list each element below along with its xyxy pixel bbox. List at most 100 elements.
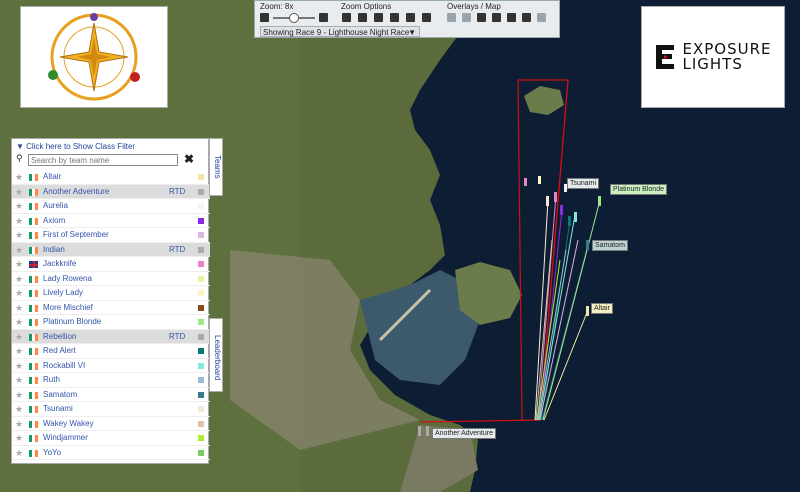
favorite-star-icon[interactable]: ★ (15, 243, 23, 258)
team-row[interactable]: ★ YoYo (12, 446, 210, 461)
ireland-flag-icon (29, 435, 38, 442)
team-row[interactable]: ★ Ruth (12, 373, 210, 388)
ireland-flag-icon (29, 188, 38, 196)
favorite-star-icon[interactable]: ★ (15, 214, 23, 229)
favorite-star-icon[interactable]: ★ (15, 257, 23, 272)
favorite-star-icon[interactable]: ★ (15, 417, 23, 432)
team-color-swatch (198, 304, 204, 311)
team-name: Tsunami (43, 404, 73, 413)
expand-icon[interactable] (406, 13, 415, 22)
boat-label-samatom[interactable]: Samatom (592, 240, 628, 251)
team-color-swatch (198, 362, 204, 369)
boat-label-tsunami[interactable]: Tsunami (567, 178, 600, 189)
ireland-flag-icon (29, 275, 38, 283)
team-name: Samatom (43, 389, 78, 399)
boat-label-another-adventure[interactable]: Another Adventure (432, 428, 496, 439)
team-name: Ruth (43, 375, 60, 384)
team-name: Aurelia (43, 201, 68, 210)
team-name: Jackknife (43, 259, 77, 268)
team-row[interactable]: ★ Axiom (12, 214, 210, 229)
grid-icon[interactable] (447, 13, 456, 22)
favorite-star-icon[interactable]: ★ (15, 286, 23, 301)
team-row[interactable]: ★ More Mischief (12, 301, 210, 316)
team-color-swatch (198, 406, 204, 412)
team-name: Lively Lady (43, 288, 84, 297)
wind-icon[interactable] (477, 13, 486, 22)
favorite-star-icon[interactable]: ★ (15, 199, 23, 214)
zoom-out-button[interactable] (260, 13, 269, 22)
favorite-star-icon[interactable]: ★ (15, 402, 23, 417)
class-filter-toggle[interactable]: ▼ Click here to Show Class Filter (16, 142, 135, 151)
exposure-lights-logo: EXPOSURE LIGHTS (641, 6, 785, 108)
triangle-down-icon: ▼ (16, 142, 24, 151)
tab-teams[interactable]: Teams (209, 138, 223, 196)
favorite-star-icon[interactable]: ★ (15, 373, 23, 388)
uk-flag-icon (29, 261, 38, 268)
track-icon[interactable] (507, 13, 516, 22)
ruler-icon[interactable] (422, 13, 431, 22)
team-row[interactable]: ★ Jackknife (12, 257, 210, 272)
ireland-flag-icon (29, 246, 38, 254)
team-name: First of September (43, 230, 109, 239)
team-row[interactable]: ★ Another Adventure RTD (12, 184, 210, 200)
favorite-star-icon[interactable]: ★ (15, 185, 23, 200)
team-name: Another Adventure (43, 186, 110, 196)
ireland-flag-icon (29, 174, 38, 181)
team-row[interactable]: ★ First of September (12, 228, 210, 243)
boat-label-platinum-blonde[interactable]: Platinum Blonde (610, 184, 667, 195)
favorite-star-icon[interactable]: ★ (15, 330, 23, 345)
class-filter-label: Click here to Show Class Filter (26, 142, 136, 151)
team-row[interactable]: ★ Wakey Wakey (12, 417, 210, 432)
boat-label-altair[interactable]: Altair (591, 303, 613, 314)
tab-leaderboard-label: Leaderboard (213, 335, 222, 381)
team-row[interactable]: ★ Lively Lady (12, 286, 210, 301)
team-row[interactable]: ★ Platinum Blonde (12, 315, 210, 330)
zoom-add-icon[interactable] (358, 13, 367, 22)
moon-icon[interactable] (462, 13, 471, 22)
map-style-icon[interactable] (537, 13, 546, 22)
ireland-flag-icon (29, 449, 38, 457)
team-row[interactable]: ★ Lady Rowena (12, 272, 210, 287)
favorite-star-icon[interactable]: ★ (15, 228, 23, 243)
team-row[interactable]: ★ Indian RTD (12, 242, 210, 258)
team-color-swatch (198, 435, 204, 441)
favorite-star-icon[interactable]: ★ (15, 388, 23, 403)
race-select[interactable]: Showing Race 9 - Lighthouse Night Race ▼ (260, 26, 420, 37)
favorite-star-icon[interactable]: ★ (15, 446, 23, 461)
zoom-fit-icon[interactable] (374, 13, 383, 22)
team-row[interactable]: ★ Rebellion RTD (12, 329, 210, 345)
team-row[interactable]: ★ Aurelia (12, 199, 210, 214)
search-input[interactable] (28, 154, 178, 166)
pennant-icon[interactable] (492, 13, 501, 22)
zoom-slider-handle[interactable] (289, 13, 299, 23)
ireland-flag-icon (29, 348, 38, 355)
team-color-swatch (198, 391, 204, 398)
team-name: Rebellion (43, 331, 77, 341)
team-row[interactable]: ★ Rockabill VI (12, 359, 210, 374)
favorite-star-icon[interactable]: ★ (15, 301, 23, 316)
team-row[interactable]: ★ Altair (12, 170, 210, 185)
team-row[interactable]: ★ Tsunami (12, 402, 210, 417)
team-row[interactable]: ★ Red Alert (12, 344, 210, 359)
favorite-star-icon[interactable]: ★ (15, 272, 23, 287)
team-row[interactable]: ★ Windjammer (12, 431, 210, 446)
favorite-star-icon[interactable]: ★ (15, 431, 23, 446)
team-name: Lady Rowena (43, 273, 92, 283)
favorite-star-icon[interactable]: ★ (15, 315, 23, 330)
team-color-swatch (198, 174, 204, 180)
flag-icon[interactable] (342, 13, 351, 22)
zoom-options-label: Zoom Options (341, 2, 392, 11)
ireland-flag-icon (29, 232, 38, 239)
favorite-star-icon[interactable]: ★ (15, 359, 23, 374)
ireland-flag-icon (29, 304, 38, 312)
zoom-in-button[interactable] (319, 13, 328, 22)
tab-leaderboard[interactable]: Leaderboard (209, 318, 223, 392)
globe-icon[interactable] (522, 13, 531, 22)
favorite-star-icon[interactable]: ★ (15, 344, 23, 359)
team-status: RTD (169, 244, 186, 254)
map-toolbar: Zoom: 8x Zoom Options Overlays / Map Sho… (254, 0, 560, 38)
favorite-star-icon[interactable]: ★ (15, 170, 23, 185)
team-row[interactable]: ★ Samatom (12, 388, 210, 403)
fleet-icon[interactable] (390, 13, 399, 22)
clear-search-icon[interactable]: ✖ (184, 152, 194, 166)
